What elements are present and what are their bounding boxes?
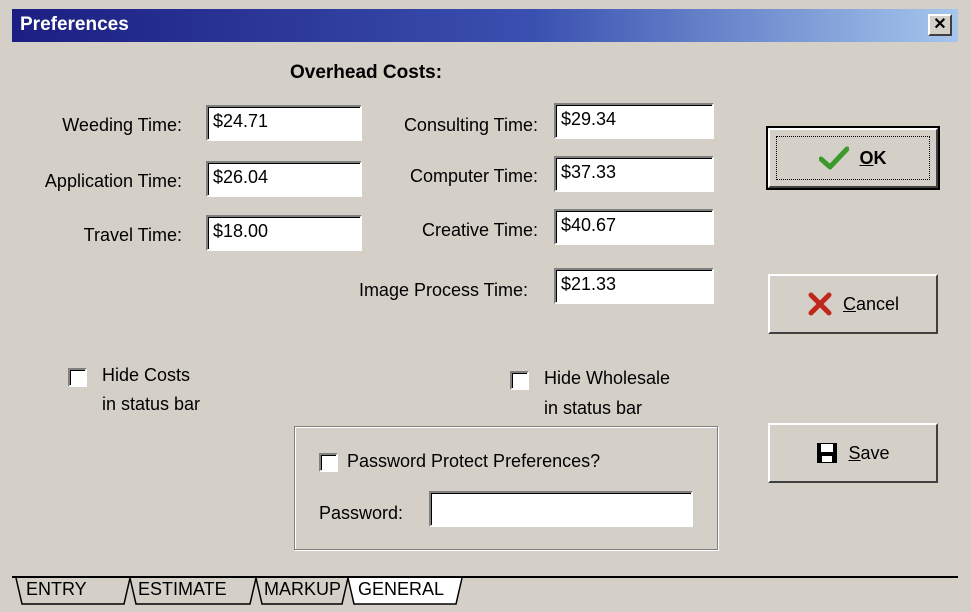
password-label: Password: — [319, 503, 404, 523]
password-groupbox: Password Protect Preferences? Password: — [294, 426, 718, 550]
hide-wholesale-checkbox[interactable] — [510, 371, 529, 390]
travel-time-label: Travel Time: — [83, 225, 182, 245]
tab-general[interactable]: GENERAL — [358, 576, 444, 607]
travel-time-field[interactable]: $18.00 — [206, 215, 362, 251]
tab-estimate[interactable]: ESTIMATE — [138, 576, 227, 607]
tab-strip: ENTRY ESTIMATE MARKUP GENERAL — [12, 576, 958, 612]
tab-entry[interactable]: ENTRY — [26, 576, 87, 607]
ok-button[interactable]: OK — [766, 126, 940, 190]
hide-wholesale-label-line2: in status bar — [544, 398, 643, 418]
cancel-button-label: Cancel — [842, 293, 900, 314]
hide-costs-checkbox[interactable] — [68, 368, 87, 387]
tab-markup[interactable]: MARKUP — [264, 576, 341, 607]
consulting-time-label: Consulting Time: — [403, 115, 538, 135]
password-protect-label: Password Protect Preferences? — [347, 451, 601, 471]
weeding-time-field[interactable]: $24.71 — [206, 105, 362, 141]
hide-wholesale-label-line1: Hide Wholesale — [544, 368, 671, 388]
save-button[interactable]: Save — [768, 423, 938, 483]
creative-time-label: Creative Time: — [421, 220, 538, 240]
focus-rectangle — [776, 136, 930, 180]
computer-time-field[interactable]: $37.33 — [554, 156, 714, 192]
hide-costs-label-line1: Hide Costs — [102, 365, 191, 385]
hide-costs-label-line2: in status bar — [102, 394, 201, 414]
close-icon: ✕ — [933, 16, 947, 33]
weeding-time-label: Weeding Time: — [62, 115, 182, 135]
close-button[interactable]: ✕ — [928, 14, 952, 36]
creative-time-field[interactable]: $40.67 — [554, 209, 714, 245]
image-process-time-field[interactable]: $21.33 — [554, 268, 714, 304]
cancel-button[interactable]: Cancel — [768, 274, 938, 334]
save-button-label: Save — [848, 442, 890, 463]
image-process-time-label: Image Process Time: — [358, 280, 528, 300]
title-bar[interactable]: Preferences ✕ — [12, 9, 958, 42]
application-time-label: Application Time: — [44, 171, 182, 191]
password-field[interactable] — [429, 491, 693, 527]
window-title: Preferences — [20, 14, 129, 35]
consulting-time-field[interactable]: $29.34 — [554, 103, 714, 139]
overhead-costs-heading: Overhead Costs: — [290, 62, 443, 83]
preferences-window: Preferences ✕ Overhead Costs: Weeding Ti… — [0, 0, 971, 612]
password-protect-checkbox[interactable] — [319, 453, 338, 472]
x-icon — [808, 292, 832, 316]
application-time-field[interactable]: $26.04 — [206, 161, 362, 197]
dialog-body: Overhead Costs: Weeding Time: $24.71 App… — [12, 42, 958, 612]
computer-time-label: Computer Time: — [409, 166, 538, 186]
floppy-disk-icon — [817, 443, 838, 463]
